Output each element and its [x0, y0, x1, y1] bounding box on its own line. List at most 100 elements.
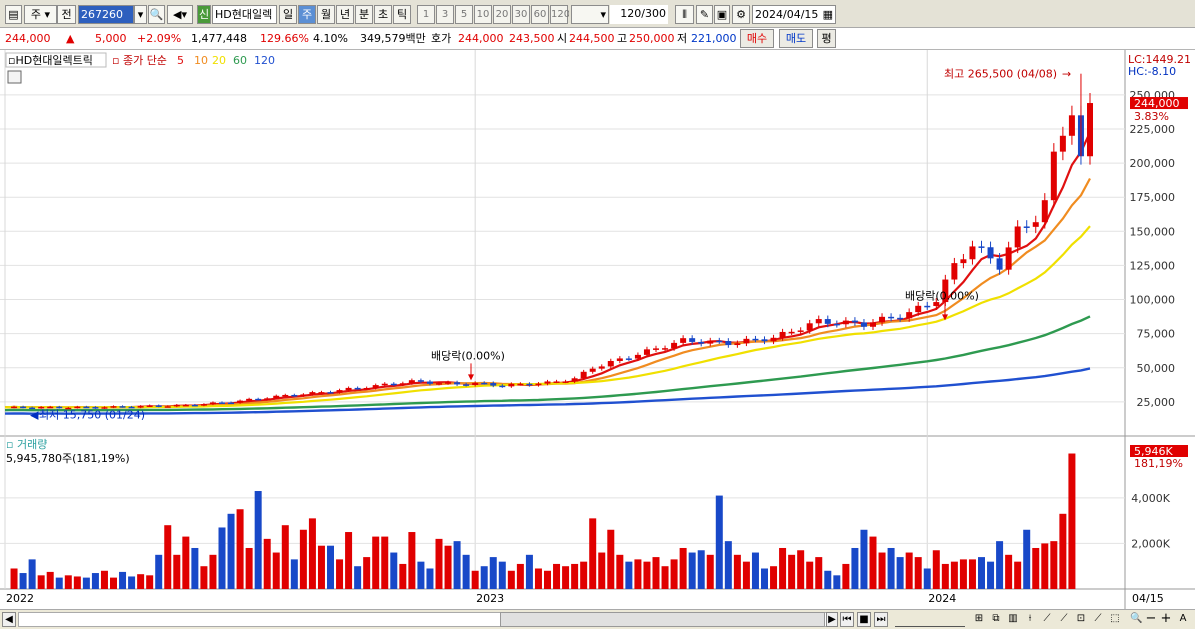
code-dropdown-icon[interactable]: ▾	[134, 5, 147, 24]
cursor-icon[interactable]: ⟋	[1091, 612, 1105, 627]
volume-bar	[896, 557, 904, 589]
volume-bar	[806, 561, 814, 589]
candle-body	[291, 394, 298, 397]
sound-icon[interactable]: ◀▾	[167, 5, 193, 24]
volume-bar	[1005, 554, 1013, 589]
calc-icon[interactable]	[7, 70, 22, 84]
date-field[interactable]: 2024/04/15 ▦	[752, 5, 836, 24]
candle-body	[390, 383, 397, 386]
stock-code-input[interactable]: 267260	[78, 5, 134, 24]
candle-body	[906, 312, 913, 319]
ma-label: ▫ 종가 단순	[112, 54, 167, 67]
interval-button[interactable]: 1	[417, 5, 435, 24]
volume-bar	[534, 568, 542, 589]
chart-area[interactable]: 25,000 50,000 75,000 100,000 125,000 150,000 1…	[0, 50, 1195, 609]
ruler-icon[interactable]: ⟋	[1057, 612, 1071, 627]
candle-body	[1087, 103, 1093, 157]
copy-icon[interactable]: ⧉	[989, 612, 1003, 627]
candle-body	[191, 404, 198, 407]
period-tab[interactable]: 분	[355, 5, 373, 24]
scroll-thumb[interactable]	[500, 612, 825, 627]
font-size-icon[interactable]: A	[1177, 612, 1189, 627]
interval-button[interactable]: 120	[550, 5, 569, 24]
volume-bar	[697, 550, 705, 589]
layout-icon[interactable]: ⊞	[972, 612, 986, 627]
quote-bar: 244,000 ▲ 5,000 +2.09% 1,477,448 129.66%…	[0, 28, 1195, 50]
candle-body	[417, 380, 424, 382]
candle-body	[824, 319, 831, 324]
volume-bar	[164, 525, 172, 589]
low-price: 221,000	[691, 32, 737, 45]
count-field[interactable]: 120/300	[610, 5, 668, 24]
volume-bar	[1068, 453, 1076, 589]
volume-bar	[137, 574, 145, 589]
low-annotation: 최저 15,750 (01/24)	[39, 409, 145, 422]
candle-type-icon[interactable]: ⫴	[675, 5, 694, 24]
prefix-button[interactable]: 전	[57, 5, 76, 24]
ma-period-label: 60	[233, 54, 247, 67]
period-tab[interactable]: 일	[279, 5, 297, 24]
x-tick-label: 2024	[928, 592, 956, 605]
interval-button[interactable]: 20	[493, 5, 511, 24]
interval-button[interactable]: 3	[436, 5, 454, 24]
chart-svg[interactable]: 25,000 50,000 75,000 100,000 125,000 150,000 1…	[0, 50, 1195, 609]
volume-bar	[507, 570, 515, 589]
high-annotation: 최고 265,500 (04/08)	[944, 68, 1057, 81]
period-select[interactable]: 주 ▾	[24, 5, 57, 24]
period-tab[interactable]: 틱	[393, 5, 411, 24]
gear-icon[interactable]: ⚙	[732, 5, 750, 24]
crosshair-icon[interactable]: ⟊	[1023, 612, 1037, 627]
search-icon[interactable]: 🔍	[148, 5, 165, 24]
volume-bar	[345, 532, 353, 589]
volume-bar	[987, 561, 995, 589]
interval-button[interactable]: 30	[512, 5, 530, 24]
stop-icon[interactable]: ■	[857, 612, 871, 627]
draw-tool-icon[interactable]: ✎	[696, 5, 713, 24]
period-tab[interactable]: 년	[336, 5, 354, 24]
split-icon[interactable]: ▥	[1006, 612, 1020, 627]
candle-body	[237, 400, 244, 403]
rewind-icon[interactable]: ⏮	[840, 612, 854, 627]
interval-button[interactable]: 10	[474, 5, 492, 24]
period-tab[interactable]: 초	[374, 5, 392, 24]
candle-body	[870, 322, 876, 327]
zoom-icon[interactable]: 🔍	[1130, 612, 1142, 627]
fit-icon[interactable]: ⊡	[1074, 612, 1088, 627]
speed-slider[interactable]	[895, 612, 965, 627]
save-icon[interactable]: ▣	[714, 5, 730, 24]
ma-period-label: 120	[254, 54, 275, 67]
candle-body	[996, 258, 1003, 270]
evaluate-button[interactable]: 평	[817, 29, 836, 48]
sell-button[interactable]: 매도	[779, 29, 813, 48]
blank-select[interactable]: ▾	[571, 5, 609, 24]
shape-icon[interactable]: ⬚	[1108, 612, 1122, 627]
volume-bar	[263, 538, 271, 589]
scroll-left-icon[interactable]: ◀	[2, 612, 16, 627]
zoom-out-icon[interactable]: −	[1145, 612, 1157, 627]
volume-bar	[761, 568, 768, 589]
open-price: 244,500	[569, 32, 615, 45]
forward-icon[interactable]: ⏭	[874, 612, 888, 627]
x-tick-label: 2023	[476, 592, 504, 605]
volume-bar	[842, 563, 850, 589]
buy-button[interactable]: 매수	[740, 29, 774, 48]
interval-button[interactable]: 60	[531, 5, 549, 24]
volume-bar	[589, 518, 597, 589]
period-tab[interactable]: 월	[317, 5, 335, 24]
volume-bar	[399, 563, 407, 589]
period-tab[interactable]: 주	[298, 5, 316, 24]
candle-body	[372, 385, 379, 388]
line-tool-icon[interactable]: ⟋	[1040, 612, 1054, 627]
interval-button[interactable]: 5	[455, 5, 473, 24]
trade-amount: 349,579백만	[360, 32, 426, 45]
period-select-label: 주	[30, 8, 42, 21]
scroll-bar[interactable]: ◀ ▶ ⏮ ■ ⏭ ⊞ ⧉ ▥ ⟊ ⟋ ⟋ ⊡ ⟋ ⬚ 🔍 − + A	[0, 609, 1195, 629]
y-tick-label: 100,000	[1130, 294, 1176, 307]
volume-bar	[751, 552, 759, 589]
scroll-right-icon[interactable]: ▶	[826, 612, 838, 627]
chart-menu-icon[interactable]: ▤	[5, 5, 22, 24]
zoom-in-icon[interactable]: +	[1160, 612, 1172, 627]
candle-body	[598, 366, 605, 369]
hc-label: HC:-8.10	[1128, 65, 1176, 78]
candle-body	[879, 316, 886, 323]
